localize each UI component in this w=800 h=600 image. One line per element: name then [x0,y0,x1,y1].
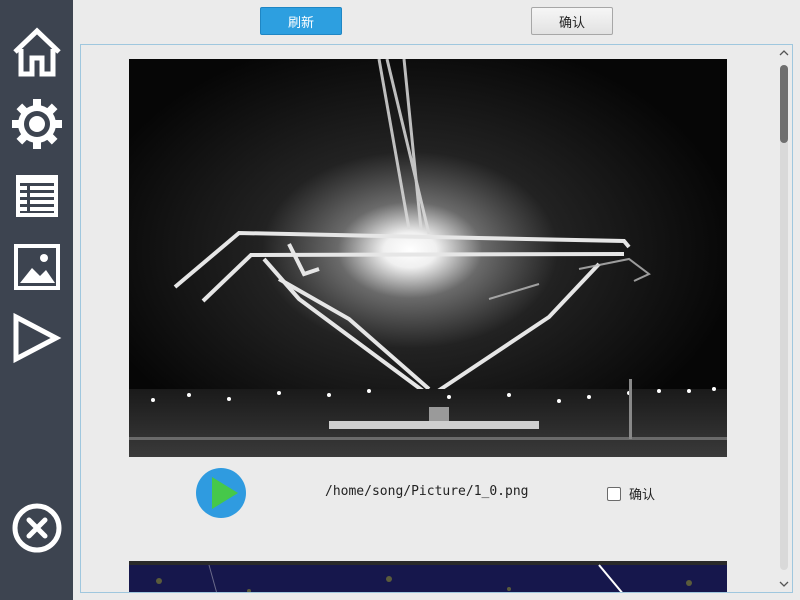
image-icon [14,244,60,290]
gear-icon [12,99,62,149]
confirm-button[interactable]: 确认 [531,7,613,35]
refresh-button[interactable]: 刷新 [260,7,342,35]
play-button[interactable] [195,467,247,519]
confirm-checkbox[interactable]: 确认 [607,484,655,503]
sidebar-item-gallery[interactable] [10,240,64,294]
checkbox-label: 确认 [629,488,656,503]
image-list-panel: /home/song/Picture/1_0.png 确认 [80,44,793,593]
camera-image[interactable] [129,59,727,457]
table-icon [16,175,58,217]
checkbox-box[interactable] [607,486,621,501]
sidebar-item-home[interactable] [10,25,64,79]
play-icon [196,468,246,518]
sidebar-item-list[interactable] [10,169,64,223]
sidebar-item-play[interactable] [10,311,64,365]
next-camera-image-graphic [129,561,727,592]
scroll-track[interactable] [780,65,788,570]
close-circle-icon [12,503,62,553]
camera-image-graphic [129,59,727,457]
next-camera-image[interactable] [129,561,727,592]
play-triangle-icon [13,312,62,364]
vertical-scrollbar[interactable] [778,47,790,590]
sidebar-item-settings[interactable] [10,97,64,151]
scroll-up-icon[interactable] [778,47,790,59]
scroll-down-icon[interactable] [778,578,790,590]
image-file-path: /home/song/Picture/1_0.png [325,484,529,499]
scroll-thumb[interactable] [780,65,788,143]
sidebar [0,0,73,600]
home-icon [13,27,61,77]
sidebar-item-exit[interactable] [10,501,64,555]
